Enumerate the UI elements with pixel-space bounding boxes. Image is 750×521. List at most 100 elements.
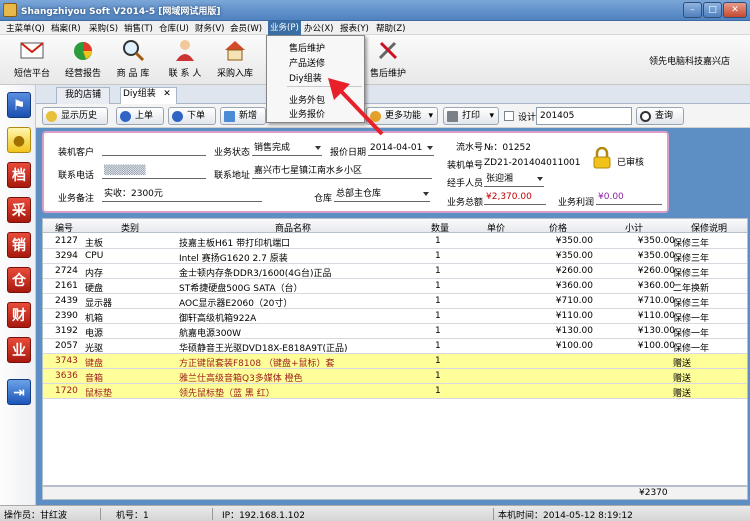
envelope-icon [20,42,44,59]
cell-qty: 1 [435,236,441,246]
tab-diy-assembly[interactable]: Diy组装 ✕ [120,87,177,105]
col-name[interactable]: 商品名称 [275,221,311,234]
cell-subtotal: ¥100.00 [637,341,675,351]
table-row[interactable]: 3636 音箱 雅兰仕高级音箱Q3多媒体 橙色 1 赠送 [43,369,747,384]
table-row[interactable]: 3294 CPU Intel 赛扬G1620 2.7 原装 1 ¥350.00 ¥350.… [43,249,747,264]
phone-field[interactable]: ▒▒▒▒▒▒ [102,165,206,179]
cell-warranty: 赠送 [673,374,692,384]
order-no-value: ZD21-201404011001 [484,158,581,168]
remark-label: 业务备注 [58,194,95,204]
search-input[interactable]: 201405 [536,107,632,125]
table-row[interactable]: 2724 内存 金士顿内存条DDR3/1600(4G台)正品 1 ¥260.00 ¥260… [43,264,747,279]
warehouse-module-button[interactable]: 仓 [7,267,31,293]
chevron-down-icon: ▾ [489,111,494,121]
tab-my-store[interactable]: 我的店铺 [56,87,111,104]
col-category[interactable]: 类别 [121,221,139,234]
table-row[interactable]: 3192 电源 航嘉电源300W 1 ¥130.00 ¥130.00 保修一年 [43,324,747,339]
cell-qty: 1 [435,326,441,336]
next-record-button[interactable]: 下单 [168,107,216,125]
table-row[interactable]: 2127 主板 技嘉主板H61 带打印机端口 1 ¥350.00 ¥350.00 保修三年 [43,234,747,249]
col-qty[interactable]: 数量 [431,221,449,234]
handler-select[interactable]: 张迎湘 [484,173,544,187]
cell-code: 3192 [55,326,78,336]
title-bar: Shangzhiyou Soft V2014-5 [网域网试用版] – □ ✕ [0,0,750,21]
serial-label: 流水号 [456,143,484,153]
design-checkbox[interactable] [504,111,514,121]
close-button[interactable]: ✕ [723,2,747,18]
maximize-button[interactable]: □ [703,2,722,18]
phone-label: 联系电话 [58,171,95,181]
purchase-module-button[interactable]: 采 [7,197,31,223]
business-module-button[interactable]: 业 [7,337,31,363]
menu-finance[interactable]: 财务(V) [195,22,224,34]
cell-subtotal: ¥360.00 [637,281,675,291]
menu-sales[interactable]: 销售(T) [124,22,153,34]
col-price[interactable]: 价格 [549,221,567,234]
menu-help[interactable]: 帮助(Z) [376,22,405,34]
cell-qty: 1 [435,311,441,321]
address-field[interactable]: 嘉兴市七星镇江南水乡小区 [252,165,432,179]
cell-warranty: 赠送 [673,359,692,369]
warehouse-label: 仓库 [314,194,333,204]
remark-field[interactable]: 实收：2300元 [102,188,262,202]
table-row[interactable]: 2057 光驱 华硕静音王光驱DVD18X-E818A9T(正品) 1 ¥100.00 ¥… [43,339,747,354]
customer-field[interactable] [102,142,206,156]
search-icon [640,111,651,122]
profit-label: 业务利润 [558,198,595,208]
divider [100,508,101,520]
sales-module-button[interactable]: 销 [7,232,31,258]
cell-name: 金士顿内存条DDR3/1600(4G台)正品 [179,269,332,279]
cell-name: 华硕静音王光驱DVD18X-E818A9T(正品) [179,344,348,354]
col-subtotal[interactable]: 小计 [625,221,643,234]
table-row[interactable]: 3743 键盘 方正键鼠套装F8108 （键盘+鼠标）套 1 赠送 [43,354,747,369]
finance-module-button[interactable]: 财 [7,302,31,328]
menu-main[interactable]: 主菜单(Q) [6,22,45,34]
new-record-button[interactable]: 新增 [220,107,266,125]
contacts-button[interactable]: 联 系 人 [160,38,210,79]
col-code[interactable]: 编号 [55,221,73,234]
customer-label: 装机客户 [58,148,95,158]
query-button[interactable]: 查询 [636,107,684,125]
menu-item-after-sales[interactable]: 售后维护 [289,41,325,54]
menu-report[interactable]: 报表(Y) [340,22,369,34]
cell-warranty: 保修一年 [673,314,710,324]
col-warranty[interactable]: 保修说明 [691,221,727,234]
warehouse-select[interactable]: 总部主仓库 [334,188,430,202]
exit-icon[interactable]: ⇥ [7,379,31,405]
cell-subtotal: ¥260.00 [637,266,675,276]
table-row[interactable]: 1720 鼠标垫 领先鼠标垫（蓝 黑 红） 1 赠送 [43,384,747,399]
window-title: Shangzhiyou Soft V2014-5 [网域网试用版] [21,7,221,17]
order-header-form: 装机客户 业务状态 销售完成 报价日期 2014-04-01 流水号 №：012… [42,131,669,213]
menu-member[interactable]: 会员(W) [230,22,262,34]
tab-close-icon[interactable]: ✕ [163,88,171,101]
table-total-bar: ¥2370 [42,486,748,500]
address-label: 联系地址 [214,171,251,181]
col-unit[interactable]: 单价 [487,221,505,234]
menu-item-diy-assembly[interactable]: Diy组装 [289,71,322,84]
chevron-down-icon: ▾ [428,111,433,121]
archive-module-button[interactable]: 档 [7,162,31,188]
menu-office[interactable]: 办公(X) [304,22,333,34]
show-history-button[interactable]: 显示历史 [42,107,108,125]
purchase-in-button[interactable]: 采购入库 [210,38,260,79]
table-row[interactable]: 2161 硬盘 ST希捷硬盘500G SATA（台） 1 ¥360.00 ¥360.00 二… [43,279,747,294]
status-select[interactable]: 销售完成 [252,142,322,156]
table-row[interactable]: 2439 显示器 AOC显示器E2060（20寸） 1 ¥710.00 ¥710.00 保修… [43,294,747,309]
menu-archive[interactable]: 档案(R) [51,22,81,34]
menu-warehouse[interactable]: 仓库(U) [159,22,189,34]
quote-date-picker[interactable]: 2014-04-01 [368,142,434,156]
menu-business[interactable]: 业务(P) [268,21,301,35]
prev-record-button[interactable]: 上单 [116,107,164,125]
business-report-button[interactable]: 经营报告 [58,38,108,79]
pie-chart-icon [74,42,92,60]
product-library-button[interactable]: 商 品 库 [108,38,158,79]
table-row[interactable]: 2390 机箱 御轩高级机箱922A 1 ¥110.00 ¥110.00 保修一年 [43,309,747,324]
menu-item-repair[interactable]: 产品送修 [289,56,325,69]
bulb-icon[interactable]: ● [7,127,31,153]
flag-icon[interactable]: ⚑ [7,92,31,118]
order-no-label: 装机单号 [447,161,484,171]
sms-platform-button[interactable]: 短信平台 [7,38,57,79]
print-button[interactable]: 打印 ▾ [443,107,499,125]
minimize-button[interactable]: – [683,2,702,18]
menu-purchase[interactable]: 采购(S) [89,22,118,34]
